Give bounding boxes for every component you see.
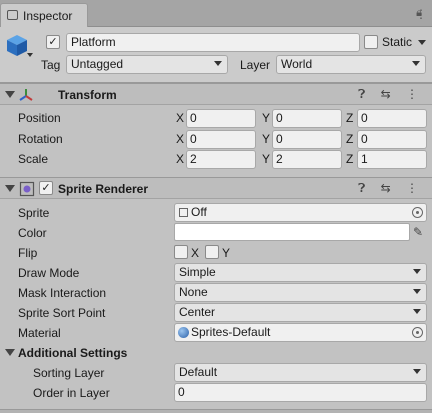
scale-label: Scale — [18, 152, 49, 166]
sprite-renderer-body: Sprite Off Color ✎ Flip X Y Draw Mode Si… — [0, 199, 432, 413]
transform-body: Position X 0 Y 0 Z 0 Rotation X 0 Y 0 Z … — [0, 105, 432, 177]
tab-bar: Inspector 🔒︎ ⋮ — [0, 0, 432, 27]
order-in-layer-label: Order in Layer — [33, 386, 110, 400]
chevron-down-icon — [214, 61, 222, 66]
axis-z-label: Z — [346, 111, 354, 125]
axis-x-label: X — [176, 132, 185, 146]
tab-label: Inspector — [23, 9, 73, 23]
object-picker-icon[interactable] — [412, 207, 423, 218]
active-checkbox[interactable]: ✓ — [46, 35, 60, 49]
axis-z-label: Z — [346, 152, 354, 166]
sorting-layer-label: Sorting Layer — [33, 366, 105, 380]
help-icon[interactable]: ❓︎ ⇆ ⋮ — [358, 87, 424, 102]
inspector-icon — [7, 10, 18, 20]
tab-inspector[interactable]: Inspector — [0, 3, 88, 27]
chevron-down-icon — [413, 289, 421, 294]
transform-icon — [19, 89, 33, 101]
gameobject-header: ✓ Platform Static Tag Untagged Layer Wor… — [0, 27, 432, 83]
sprite-renderer-header[interactable]: ✓ Sprite Renderer ❓︎ ⇆ ⋮ — [0, 177, 432, 199]
rotation-z-field[interactable]: 0 — [357, 130, 427, 149]
draw-mode-value: Simple — [179, 265, 216, 279]
static-checkbox[interactable] — [364, 35, 378, 49]
axis-y-label: Y — [262, 132, 271, 146]
axis-x-label: X — [176, 111, 185, 125]
axis-y-label: Y — [262, 152, 271, 166]
position-y-field[interactable]: 0 — [272, 109, 342, 128]
foldout-arrow-icon[interactable] — [5, 91, 15, 98]
rotation-y-field[interactable]: 0 — [272, 130, 342, 149]
sprite-renderer-icon — [19, 181, 35, 197]
position-z-field[interactable]: 0 — [357, 109, 427, 128]
axis-z-label: Z — [346, 132, 354, 146]
draw-mode-dropdown[interactable]: Simple — [174, 263, 427, 282]
eyedropper-icon[interactable]: ✎ — [413, 225, 423, 239]
sprite-renderer-title: Sprite Renderer — [58, 182, 149, 196]
color-swatch[interactable] — [174, 223, 410, 241]
flip-x-checkbox[interactable] — [174, 245, 188, 259]
chevron-down-icon — [413, 309, 421, 314]
scale-y-field[interactable]: 2 — [272, 150, 342, 169]
bottom-divider — [0, 409, 432, 413]
flip-x-label: X — [191, 246, 200, 260]
mask-interaction-value: None — [179, 285, 208, 299]
layer-dropdown[interactable]: World — [276, 55, 426, 74]
rotation-x-field[interactable]: 0 — [186, 130, 256, 149]
sprite-value: Off — [191, 205, 207, 219]
material-value: Sprites-Default — [191, 325, 271, 339]
tag-label: Tag — [41, 58, 61, 72]
foldout-arrow-icon[interactable] — [5, 185, 15, 192]
sprite-sort-point-value: Center — [179, 305, 216, 319]
menu-icon[interactable]: ⋮ — [415, 7, 427, 21]
additional-settings-foldout-icon[interactable] — [5, 349, 15, 356]
static-label: Static — [382, 35, 413, 49]
gameobject-cube-icon — [7, 35, 27, 56]
sprite-renderer-enabled-checkbox[interactable]: ✓ — [39, 181, 53, 195]
transform-title: Transform — [58, 88, 117, 102]
material-label: Material — [18, 326, 61, 340]
sprite-asset-icon — [179, 208, 188, 217]
flip-label: Flip — [18, 246, 38, 260]
flip-y-checkbox[interactable] — [205, 245, 219, 259]
mask-interaction-label: Mask Interaction — [18, 286, 107, 300]
name-field[interactable]: Platform — [66, 33, 360, 52]
color-label: Color — [18, 226, 47, 240]
help-icon[interactable]: ❓︎ ⇆ ⋮ — [358, 181, 424, 196]
additional-settings-label[interactable]: Additional Settings — [18, 346, 127, 360]
scale-x-field[interactable]: 2 — [186, 150, 256, 169]
rotation-label: Rotation — [18, 132, 63, 146]
material-field[interactable]: Sprites-Default — [174, 323, 427, 342]
position-label: Position — [18, 111, 61, 125]
chevron-down-icon — [413, 269, 421, 274]
axis-x-label: X — [176, 152, 185, 166]
axis-y-label: Y — [262, 111, 271, 125]
sprite-field[interactable]: Off — [174, 203, 427, 222]
sprite-sort-point-dropdown[interactable]: Center — [174, 303, 427, 322]
tag-dropdown[interactable]: Untagged — [66, 55, 228, 74]
position-x-field[interactable]: 0 — [186, 109, 256, 128]
layer-value: World — [281, 57, 313, 71]
transform-header[interactable]: Transform ❓︎ ⇆ ⋮ — [0, 83, 432, 105]
sorting-layer-value: Default — [179, 365, 218, 379]
chevron-down-icon — [412, 61, 420, 66]
sprite-label: Sprite — [18, 206, 50, 220]
material-sphere-icon — [178, 327, 189, 338]
object-picker-icon[interactable] — [412, 327, 423, 338]
mask-interaction-dropdown[interactable]: None — [174, 283, 427, 302]
order-in-layer-field[interactable]: 0 — [174, 383, 427, 402]
chevron-down-icon[interactable] — [27, 53, 33, 57]
chevron-down-icon — [413, 369, 421, 374]
layer-label: Layer — [240, 58, 271, 72]
flip-y-label: Y — [222, 246, 231, 260]
sprite-sort-point-label: Sprite Sort Point — [18, 306, 106, 320]
sorting-layer-dropdown[interactable]: Default — [174, 363, 427, 382]
scale-z-field[interactable]: 1 — [357, 150, 427, 169]
draw-mode-label: Draw Mode — [18, 266, 80, 280]
chevron-down-icon[interactable] — [418, 40, 426, 45]
tag-value: Untagged — [71, 57, 124, 71]
